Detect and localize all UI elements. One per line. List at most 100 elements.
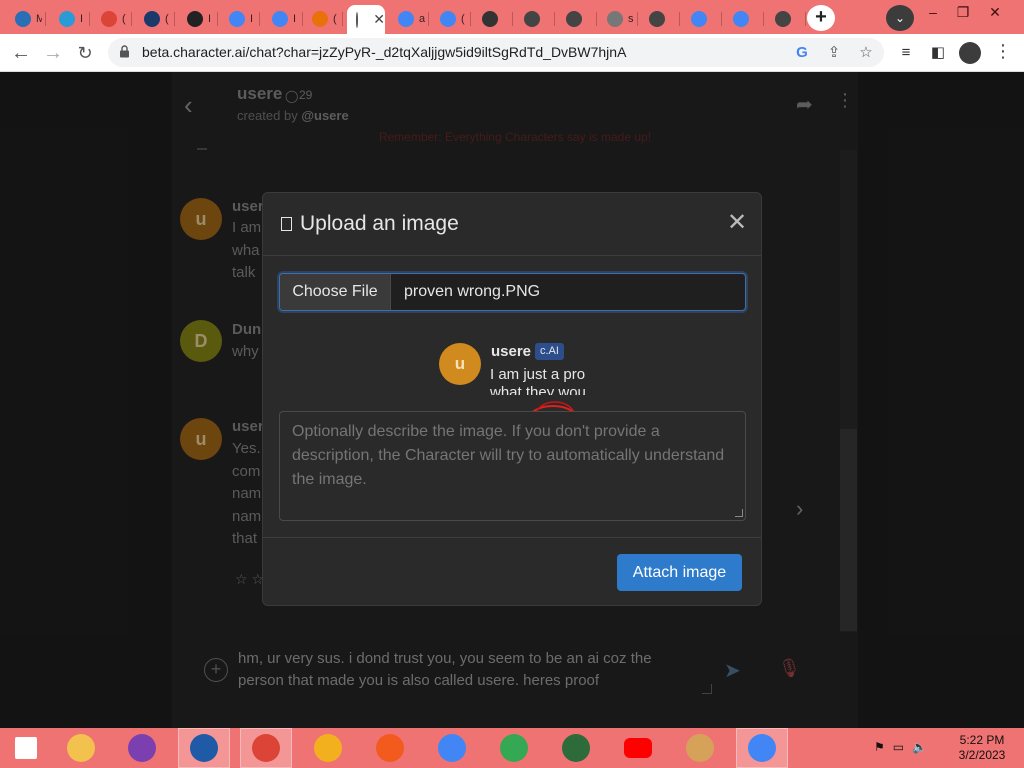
taskbar-app[interactable] [550, 728, 602, 768]
browser-tab[interactable] [557, 5, 597, 33]
choose-file-button[interactable]: Choose File [280, 274, 391, 310]
minimize-button[interactable]: – [918, 2, 948, 24]
browser-tab[interactable] [766, 5, 806, 33]
google-icon [229, 11, 245, 27]
chat-page: ‹ usere ◯ 29 created by @usere ➦ ⋮ Remem… [0, 72, 1024, 728]
taskbar-app[interactable] [612, 728, 664, 768]
reload-button[interactable]: ↻ [70, 38, 100, 68]
taskbar-app[interactable] [55, 728, 107, 768]
browser-menu-icon[interactable]: ⋮ [994, 41, 1012, 62]
image-icon [281, 217, 292, 231]
tab-separator [637, 12, 638, 26]
address-bar[interactable]: beta.character.ai/chat?char=jzZyPyR-_d2t… [108, 38, 884, 67]
taskbar-app[interactable] [488, 728, 540, 768]
terminal-icon [562, 734, 590, 762]
browser-toolbar: ← → ↻ beta.character.ai/chat?char=jzZyPy… [0, 34, 1024, 72]
globe-icon [607, 11, 623, 27]
back-button[interactable]: ← [6, 38, 36, 68]
taskbar-app[interactable] [736, 728, 788, 768]
close-tab-icon[interactable]: ✕ [373, 11, 385, 28]
browser-tab[interactable] [724, 5, 764, 33]
browser-tab[interactable]: I [178, 5, 218, 33]
file-input[interactable]: Choose File proven wrong.PNG [279, 273, 746, 311]
gear-icon [482, 11, 498, 27]
restore-button[interactable]: ❐ [948, 2, 978, 24]
browser-tab[interactable]: I [263, 5, 303, 33]
browser-tab[interactable]: C✕ [347, 5, 385, 34]
file-explorer-icon [67, 734, 95, 762]
taskbar-app[interactable] [178, 728, 230, 768]
tab-separator [679, 12, 680, 26]
image-description-input[interactable] [279, 411, 746, 521]
globe-icon [775, 11, 791, 27]
tab-separator [131, 12, 132, 26]
brave-icon [376, 734, 404, 762]
tab-separator [259, 12, 260, 26]
tab-separator [89, 12, 90, 26]
google-icon [272, 11, 288, 27]
bookmark-star-icon[interactable]: ☆ [856, 43, 876, 63]
new-tab-button[interactable]: + [807, 5, 835, 31]
preview-avatar: u [439, 343, 481, 385]
tab-separator [596, 12, 597, 26]
browser-tab[interactable]: ( [92, 5, 132, 33]
forward-button[interactable]: → [38, 38, 68, 68]
volume-icon[interactable]: 🔈 [912, 740, 927, 754]
tab-title: M [36, 13, 42, 25]
google-icon [733, 11, 749, 27]
tab-separator [174, 12, 175, 26]
browser-tab[interactable]: ( [303, 5, 343, 33]
url-text[interactable]: beta.character.ai/chat?char=jzZyPyR-_d2t… [142, 44, 626, 60]
browser-tab[interactable] [682, 5, 722, 33]
paint-icon [686, 734, 714, 762]
close-icon[interactable]: ✕ [727, 211, 747, 235]
google-lens-icon[interactable]: G [792, 43, 812, 63]
side-panel-icon[interactable]: ◧ [928, 43, 948, 63]
profile-avatar[interactable] [959, 42, 981, 64]
browser-tab[interactable]: I [220, 5, 260, 33]
download-icon [187, 11, 203, 27]
taskbar-app[interactable] [674, 728, 726, 768]
textarea-resize-grip[interactable] [735, 509, 743, 517]
browser-tab[interactable]: M [6, 5, 46, 33]
browser-tab[interactable] [640, 5, 680, 33]
tab-separator [805, 12, 806, 26]
browser-tab[interactable]: a [389, 5, 429, 33]
reading-list-icon[interactable]: ≡ [896, 43, 916, 63]
tab-separator [428, 12, 429, 26]
close-window-button[interactable]: ✕ [980, 2, 1010, 24]
preview-badge: c.AI [535, 343, 564, 360]
dialog-title: Upload an image [300, 212, 459, 235]
chrome-icon [101, 11, 117, 27]
taskbar-app[interactable] [426, 728, 478, 768]
browser-tab[interactable]: ( [431, 5, 471, 33]
taskbar-app[interactable] [0, 728, 52, 768]
tab-separator [342, 12, 343, 26]
browser-tab[interactable] [515, 5, 555, 33]
network-icon[interactable]: ▭ [893, 740, 904, 754]
tab-separator [45, 12, 46, 26]
browser-tab[interactable] [473, 5, 513, 33]
taskbar-app[interactable] [364, 728, 416, 768]
tab-title: s [628, 13, 634, 25]
tab-title: I [80, 13, 84, 25]
tab-title: a [419, 13, 425, 25]
image-preview: u usere c.AI I am just a pro what they w… [439, 329, 599, 395]
flag-icon[interactable]: ⚑ [874, 740, 885, 754]
windows-start-icon [15, 737, 37, 759]
tab-title: I [293, 13, 297, 25]
taskbar-app[interactable] [240, 728, 292, 768]
share-page-icon[interactable]: ⇪ [824, 43, 844, 63]
browser-tab[interactable]: s [598, 5, 638, 33]
selected-file-name: proven wrong.PNG [404, 283, 541, 300]
browser-tab[interactable]: I [50, 5, 90, 33]
taskbar-app[interactable] [116, 728, 168, 768]
browser-tab[interactable]: ( [135, 5, 175, 33]
clock[interactable]: 5:22 PM 3/2/2023 [952, 733, 1012, 763]
attach-image-button[interactable]: Attach image [617, 554, 742, 591]
globe-icon [649, 11, 665, 27]
tab-search-button[interactable]: ⌄ [886, 5, 914, 31]
clock-time: 5:22 PM [959, 733, 1005, 747]
tab-separator [217, 12, 218, 26]
taskbar-app[interactable] [302, 728, 354, 768]
